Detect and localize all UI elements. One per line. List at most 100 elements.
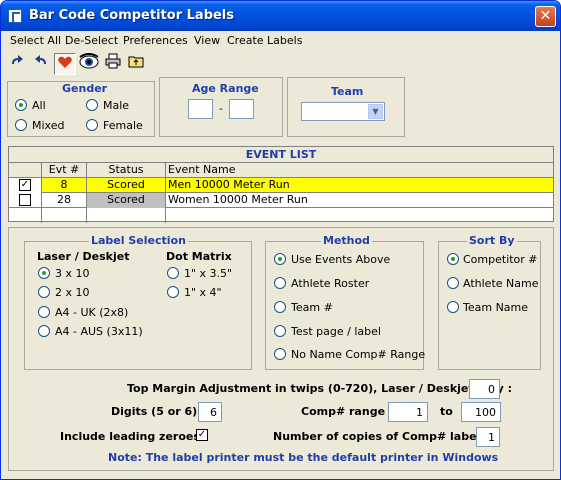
chevron-down-icon[interactable]: ▼ [368,104,383,119]
digits-input[interactable]: 6 [198,402,222,422]
close-button[interactable]: ✕ [535,6,556,27]
comp-range-to-input[interactable]: 100 [461,402,501,422]
method-athlete-roster-label: Athlete Roster [291,277,370,290]
label-1x35-label: 1" x 3.5" [184,267,233,280]
row-event-name: Women 10000 Meter Run [168,193,308,206]
label-selection-group: Label Selection Laser / Deskjet Dot Matr… [24,234,252,370]
top-margin-label: Top Margin Adjustment in twips (0-720), … [127,382,513,395]
redo-icon[interactable] [6,53,28,75]
empty-cell [87,208,166,223]
comp-range-label: Comp# range : [301,405,394,418]
leading-zeroes-checkbox[interactable]: ✓ [196,429,208,441]
row-status: Scored [87,178,166,193]
gender-female-radio[interactable] [86,119,98,131]
label-3x10-label: 3 x 10 [55,267,90,280]
age-range-title: Age Range [192,82,259,95]
gender-male-label: Male [103,99,130,112]
gender-all-radio[interactable] [15,99,27,111]
method-no-name-label: No Name Comp# Range [291,348,426,361]
method-athlete-roster-radio[interactable] [274,277,286,289]
event-list-header: Evt # Status Event Name [9,163,553,178]
row-evt: 8 [42,178,87,193]
label-3x10-radio[interactable] [38,267,50,279]
menu-create-labels[interactable]: Create Labels [227,34,302,47]
sort-team-name-label: Team Name [463,301,529,314]
row-evt: 28 [42,193,87,208]
sort-competitor-radio[interactable] [447,253,459,265]
heart-icon[interactable] [54,53,76,75]
table-row-empty [9,208,553,223]
col-header-evt[interactable]: Evt # [42,163,87,178]
menu-de-select[interactable]: De-Select [65,34,118,47]
undo-icon[interactable] [30,53,52,75]
col-header-event-name[interactable]: Event Name [166,163,553,178]
label-1x35-radio[interactable] [167,267,179,279]
empty-cell [42,208,87,223]
title-bar: Bar Code Competitor Labels ✕ [1,1,560,31]
col-header-status[interactable]: Status [87,163,166,178]
row-checkbox[interactable] [19,194,31,206]
label-a4-uk-radio[interactable] [38,306,50,318]
method-use-events-label: Use Events Above [291,253,391,266]
gender-mixed-label: Mixed [32,119,65,132]
sort-competitor-label: Competitor # [463,253,538,266]
gender-title: Gender [62,82,108,95]
printer-note: Note: The label printer must be the defa… [108,451,499,464]
menu-select-all[interactable]: Select All [10,34,61,47]
gender-group: Gender All Male Mixed Female [7,81,155,137]
printer-icon[interactable] [102,53,124,75]
toolbar [4,52,559,76]
sort-by-group: Sort By Competitor # Athlete Name Team N… [438,234,541,370]
menu-view[interactable]: View [194,34,220,47]
age-from-input[interactable] [188,99,213,119]
sort-athlete-name-label: Athlete Name [463,277,539,290]
eye-icon[interactable] [78,53,100,75]
method-test-page-radio[interactable] [274,325,286,337]
team-title: Team [331,85,364,98]
comp-range-from-input[interactable]: 1 [388,402,428,422]
method-title: Method [321,234,372,247]
label-2x10-radio[interactable] [38,286,50,298]
menu-preferences[interactable]: Preferences [123,34,188,47]
row-event-name: Men 10000 Meter Run [168,178,290,191]
row-check-cell: ✓ [9,178,42,193]
gender-mixed-radio[interactable] [15,119,27,131]
copies-input[interactable]: 1 [476,427,500,447]
empty-cell [9,208,42,223]
method-test-page-label: Test page / label [291,325,381,338]
table-row[interactable]: 28 Scored Women 10000 Meter Run [9,193,553,208]
method-use-events-radio[interactable] [274,253,286,265]
method-team-radio[interactable] [274,301,286,313]
team-group: Team ▼ [287,77,405,137]
app-icon [8,9,22,23]
top-margin-input[interactable]: 0 [469,379,500,399]
label-selection-title: Label Selection [89,234,188,247]
method-no-name-radio[interactable] [274,348,286,360]
comp-range-to-label: to [440,405,453,418]
window-title: Bar Code Competitor Labels [29,8,235,23]
sort-athlete-name-radio[interactable] [447,277,459,289]
leading-zeroes-label: Include leading zeroes : [60,430,209,443]
team-select[interactable]: ▼ [301,102,385,121]
row-status: Scored [87,193,166,208]
dot-matrix-heading: Dot Matrix [166,250,232,263]
row-check-cell [9,193,42,208]
gender-all-label: All [32,99,46,112]
table-row[interactable]: ✓ 8 Scored Men 10000 Meter Run [9,178,553,193]
col-header-check [9,163,42,178]
age-to-input[interactable] [229,99,254,119]
label-2x10-label: 2 x 10 [55,286,90,299]
label-a4-aus-label: A4 - AUS (3x11) [55,325,143,338]
label-a4-aus-radio[interactable] [38,325,50,337]
sort-team-name-radio[interactable] [447,301,459,313]
row-checkbox[interactable]: ✓ [19,179,31,191]
age-separator: - [219,102,223,115]
gender-female-label: Female [103,119,143,132]
digits-label: Digits (5 or 6) : [111,405,206,418]
folder-up-icon[interactable] [125,53,147,75]
label-1x4-radio[interactable] [167,286,179,298]
age-range-group: Age Range - [159,77,283,137]
event-list-title: EVENT LIST [9,147,553,163]
gender-male-radio[interactable] [86,99,98,111]
laser-deskjet-heading: Laser / Deskjet [37,250,130,263]
